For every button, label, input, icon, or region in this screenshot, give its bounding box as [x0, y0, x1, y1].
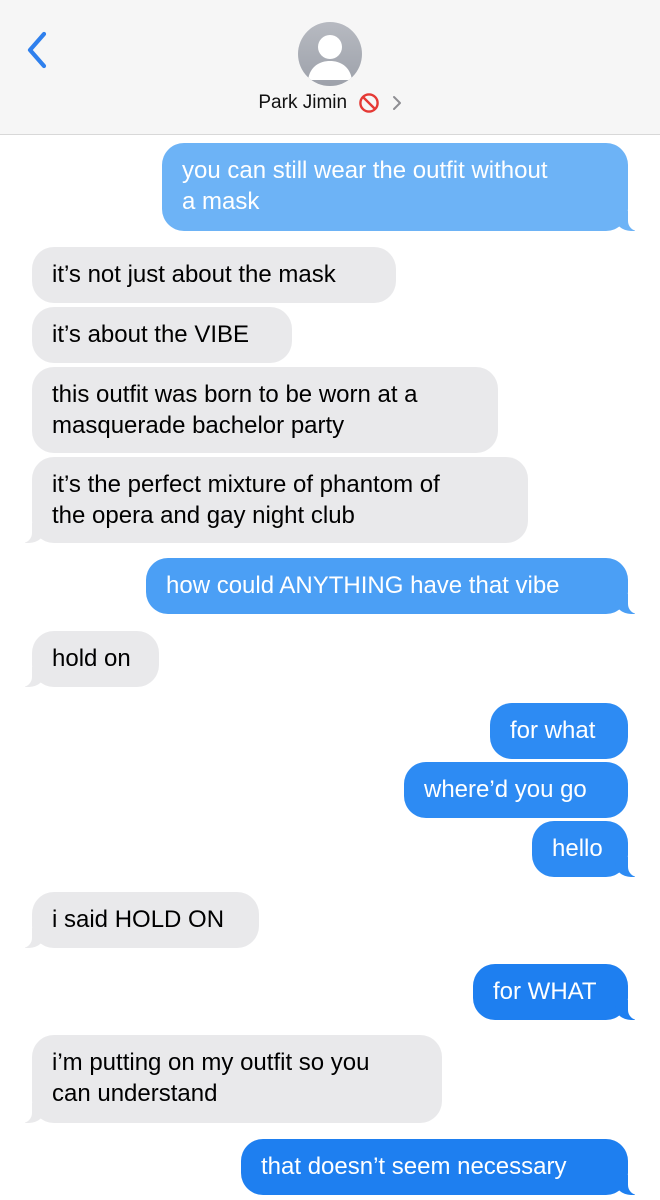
back-button[interactable] — [22, 30, 56, 70]
message-line: it’s the perfect mixture of phantom of — [52, 471, 440, 498]
message-line: can understand — [52, 1080, 218, 1107]
message-bubble-received[interactable]: it’s the perfect mixture of phantom of t… — [6, 457, 528, 543]
message-line: that doesn’t seem necessary — [261, 1153, 567, 1180]
message-line: where’d you go — [424, 776, 587, 803]
message-line: it’s about the VIBE — [52, 321, 250, 348]
message-line: it’s not just about the mask — [52, 261, 336, 288]
message-bubble-sent[interactable]: for WHAT — [473, 964, 654, 1020]
person-silhouette-icon — [308, 35, 352, 80]
message-bubble-received[interactable]: this outfit was born to be worn at a mas… — [32, 367, 498, 453]
message-line: the opera and gay night club — [52, 502, 355, 529]
message-bubble-received[interactable]: it’s about the VIBE — [32, 307, 292, 363]
message-line: for WHAT — [493, 978, 597, 1005]
message-line: i’m putting on my outfit so you — [52, 1049, 370, 1076]
message-bubble-received[interactable]: hold on — [6, 631, 159, 687]
message-line: i said HOLD ON — [52, 906, 225, 933]
chevron-right-icon — [392, 96, 401, 110]
message-bubble-sent[interactable]: where’d you go — [404, 762, 628, 818]
message-line: a mask — [182, 188, 260, 215]
chevron-left-icon — [27, 31, 47, 69]
message-line: this outfit was born to be worn at a — [52, 381, 418, 408]
contact-name-button[interactable]: Park Jimin — [0, 92, 660, 114]
conversation-header: Park Jimin — [0, 0, 660, 135]
message-bubble-received[interactable]: i said HOLD ON — [6, 892, 259, 948]
avatar[interactable] — [298, 22, 362, 86]
message-line: hold on — [52, 645, 131, 672]
message-bubble-received[interactable]: i’m putting on my outfit so you can unde… — [6, 1035, 442, 1123]
message-line: how could ANYTHING have that vibe — [166, 572, 560, 599]
message-bubble-sent[interactable]: how could ANYTHING have that vibe — [146, 558, 654, 614]
message-line: for what — [510, 717, 596, 744]
contact-name: Park Jimin — [258, 92, 348, 113]
message-bubble-sent[interactable]: you can still wear the outfit without a … — [162, 143, 654, 231]
message-line: hello — [552, 835, 603, 862]
message-bubble-sent[interactable]: that doesn’t seem necessary — [241, 1139, 654, 1195]
no-entry-icon — [359, 93, 380, 113]
message-bubble-received[interactable]: it’s not just about the mask — [32, 247, 396, 303]
message-bubble-sent[interactable]: hello — [532, 821, 654, 877]
message-line: masquerade bachelor party — [52, 412, 345, 439]
message-line: you can still wear the outfit without — [182, 157, 548, 184]
message-bubble-sent[interactable]: for what — [490, 703, 628, 759]
